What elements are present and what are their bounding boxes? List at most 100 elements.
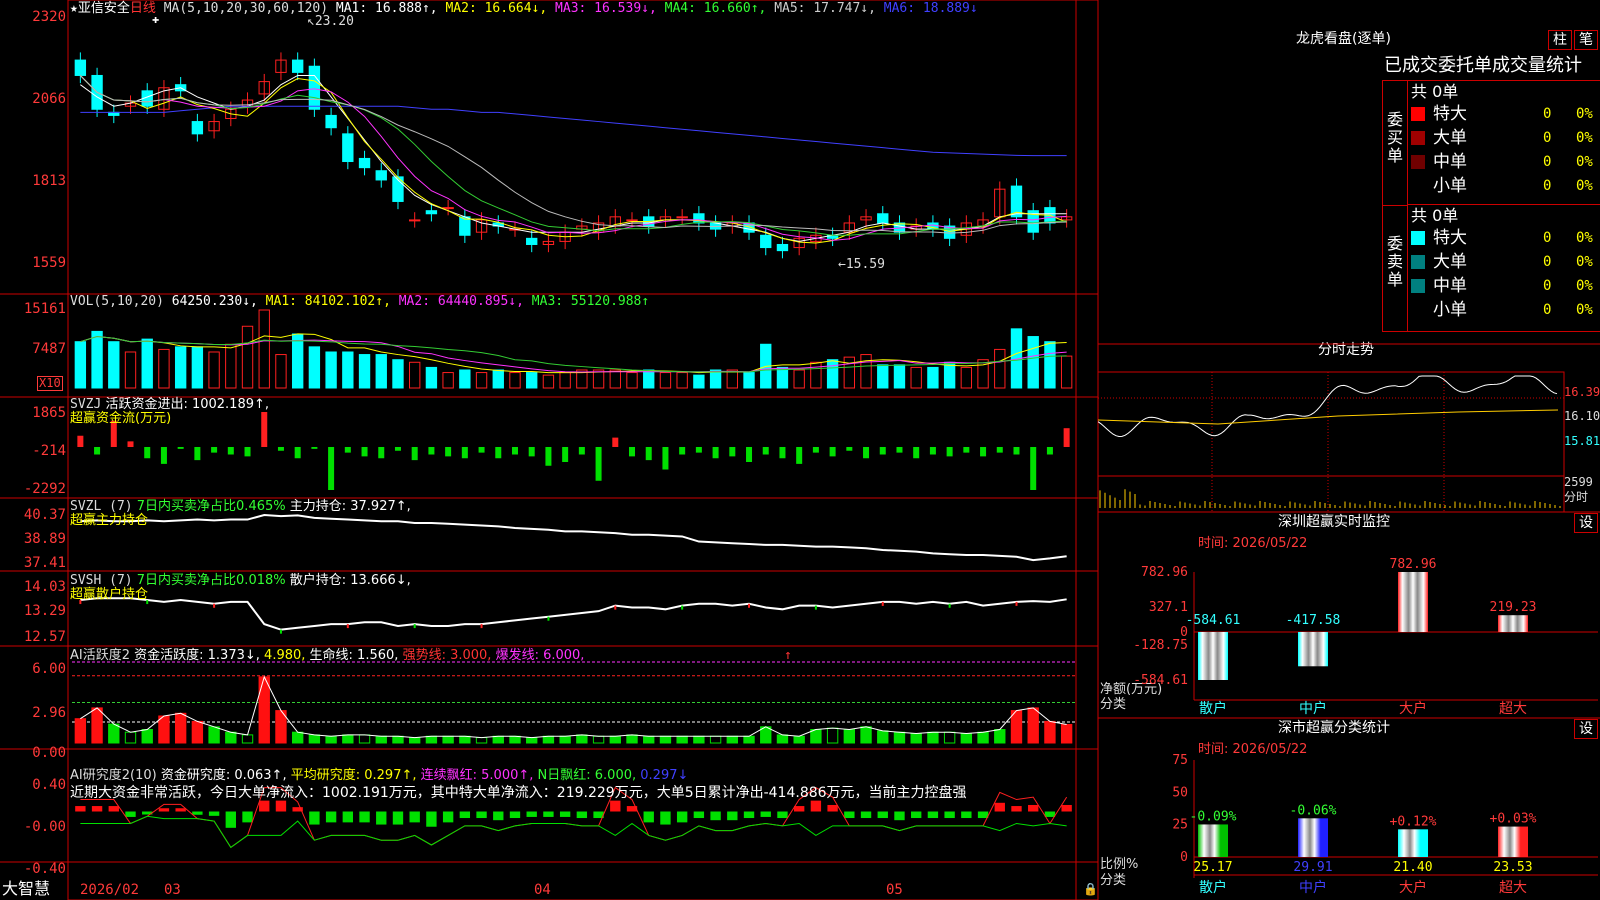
date-label-mar: 03: [164, 882, 181, 898]
activity-bar: [492, 735, 504, 744]
activity-bar: [609, 735, 621, 744]
ma3-value: MA3: 16.539↓,: [555, 1, 657, 16]
buy-row-3: 小单 0 0%: [1411, 175, 1600, 197]
volume-bar: [659, 372, 672, 389]
sell-side-label: 委卖单: [1387, 234, 1404, 289]
svsh-y-axis: 14.03 13.29 12.57: [23, 579, 66, 645]
row-percent: 0%: [1576, 106, 1593, 122]
activity-bar: [459, 735, 471, 744]
ai-research-header: AI研究度2(10) 资金研究度: 0.063↑, 平均研究度: 0.297↑,…: [70, 768, 689, 783]
activity-bar: [693, 735, 705, 744]
volume-bar: [208, 351, 220, 389]
row-count: 0: [1543, 106, 1552, 122]
activity-bar: [977, 731, 989, 744]
ai-active-y-axis: 6.00 2.96 0.00: [32, 661, 66, 761]
research-bar: [342, 811, 354, 823]
research-bar: [426, 811, 437, 827]
volume-bar: [108, 341, 120, 389]
monitor-axis-name: 净额(万元): [1100, 682, 1163, 697]
activity-bar: [308, 734, 321, 744]
volume-bar: [291, 333, 304, 389]
volume-bar: [392, 359, 404, 389]
svzj-sub: 超赢资金流(万元): [70, 411, 172, 426]
flow-bar: [896, 446, 903, 453]
activity-bar: [108, 723, 120, 744]
row-name: 小单: [1433, 300, 1467, 320]
flow-bar: [946, 446, 953, 457]
retail-tick: [413, 624, 416, 629]
bar-mode-button[interactable]: 柱: [1548, 30, 1572, 50]
research-bar: [225, 811, 236, 828]
flow-bar: [378, 446, 385, 459]
volume-bar: [492, 369, 504, 389]
volume-bar: [174, 346, 187, 389]
flow-bar: [211, 446, 218, 453]
research-bar: [961, 811, 972, 819]
monitor-bar-value: -417.58: [1286, 613, 1341, 628]
row-percent: 0%: [1576, 302, 1593, 318]
activity-bar: [526, 737, 538, 744]
volume-bar: [475, 372, 488, 389]
class-bar-value: 29.91: [1293, 860, 1332, 875]
activity-bar: [358, 734, 371, 744]
research-bar: [376, 811, 387, 825]
class-category-label: 中户: [1299, 879, 1327, 896]
svsh-sub: 超赢散户持仓: [70, 587, 149, 602]
dragon-tiger-title: 龙虎看盘(逐单): [1296, 31, 1391, 47]
research-bar: [108, 806, 119, 812]
row-count: 0: [1543, 230, 1552, 246]
ma5-value: MA5: 17.747↓,: [774, 1, 876, 16]
flow-bar: [595, 446, 602, 481]
research-bar: [392, 811, 404, 825]
activity-bar: [1044, 720, 1056, 744]
lock-icon[interactable]: 🔒: [1083, 882, 1098, 897]
row-count: 0: [1543, 302, 1552, 318]
flow-bar: [328, 446, 335, 490]
volume-unit[interactable]: X10: [37, 376, 63, 391]
flow-bar: [679, 446, 686, 455]
volume-ma-line: [80, 333, 1067, 374]
retail-tick: [346, 624, 349, 629]
row-percent: 0%: [1576, 254, 1593, 270]
activity-bar: [927, 731, 939, 744]
candle-body: [308, 65, 321, 110]
ma6-value: MA6: 18.889↓: [883, 1, 978, 16]
flow-bar: [511, 446, 518, 455]
class-axis-class: 分类: [1100, 873, 1127, 888]
date-label-feb: 2026/02: [80, 882, 140, 898]
row-percent: 0%: [1576, 154, 1593, 170]
row-name: 特大: [1433, 228, 1467, 248]
svzl-sub: 超赢主力持仓: [70, 513, 149, 528]
volume-ma-line: [80, 336, 1067, 373]
sell-row-3: 小单 0 0%: [1411, 299, 1600, 321]
class-category-label: 散户: [1199, 879, 1227, 896]
stroke-mode-button[interactable]: 笔: [1574, 30, 1598, 50]
research-bar: [911, 811, 922, 819]
candle-body: [375, 170, 387, 181]
class-bar-change: +0.03%: [1490, 812, 1537, 827]
flow-bar: [1030, 446, 1037, 490]
sell-side-cell: 委卖单: [1383, 205, 1408, 331]
volume-bar: [124, 351, 137, 389]
ai-active-arrow: ↑: [784, 648, 792, 663]
retail-tick: [213, 603, 216, 608]
row-name: 大单: [1433, 252, 1467, 272]
monitor-settings-button[interactable]: 设: [1574, 513, 1598, 533]
row-percent: 0%: [1576, 178, 1593, 194]
svsh-header: SVSH (7) 7日内买卖净占比0.018% 散户持仓: 13.666↓,: [70, 573, 411, 588]
volume-bar: [726, 369, 738, 389]
flow-bar: [194, 446, 201, 461]
monitor-bar-value: 219.23: [1490, 600, 1537, 615]
class-category-label: 大户: [1399, 879, 1427, 896]
intraday-unit-label: 分时: [1564, 490, 1589, 504]
flow-bar: [879, 446, 886, 455]
candle-body: [342, 133, 354, 163]
class-settings-button[interactable]: 设: [1574, 719, 1598, 739]
buy-row-1: 大单 0 0%: [1411, 127, 1600, 149]
class-bar-大户: [1398, 829, 1428, 857]
monitor-category-label: 大户: [1399, 700, 1427, 717]
star-icon[interactable]: ★: [70, 1, 78, 16]
candle-body: [877, 213, 889, 224]
volume-bar: [776, 366, 789, 389]
monitor-bar-散户: [1198, 632, 1228, 680]
